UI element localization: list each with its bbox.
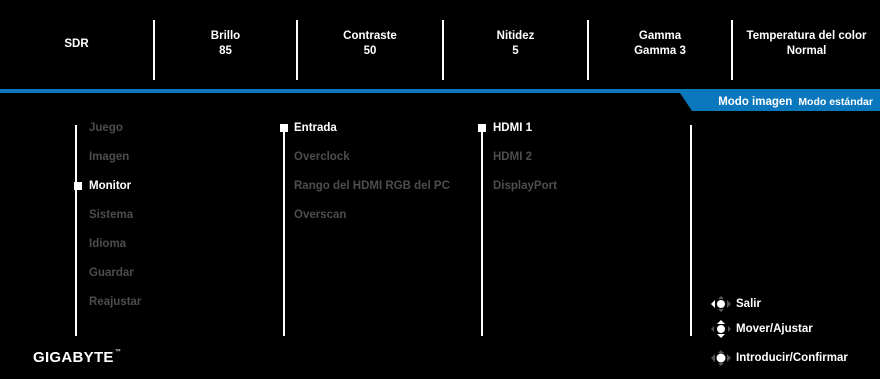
gigabyte-logo: GIGABYTE™ (33, 349, 121, 366)
submenu-item-hdmi-rgb-range[interactable]: Rango del HDMI RGB del PC (294, 179, 450, 193)
menu-item-guardar[interactable]: Guardar (89, 266, 134, 280)
header-color-temperature-value: Normal (786, 45, 827, 57)
joystick-press-icon (711, 350, 731, 366)
brand-trademark: ™ (114, 349, 122, 355)
header-gamma-value: Gamma 3 (634, 45, 686, 57)
submenu-selection-marker (280, 124, 288, 132)
header-sharpness-title: Nitidez (496, 30, 535, 42)
header-contrast: Contraste 50 (298, 0, 442, 88)
menu-item-sistema[interactable]: Sistema (89, 208, 133, 222)
submenu-item-overclock[interactable]: Overclock (294, 150, 350, 164)
header-color-temperature-title: Temperatura del color (746, 30, 867, 42)
options-column-line (481, 125, 483, 336)
menu-item-reajustar[interactable]: Reajustar (89, 295, 141, 309)
header-bar: SDR Brillo 85 Contraste 50 Nitidez 5 Gam… (0, 0, 880, 88)
picture-mode-value: Modo estándar (798, 96, 873, 108)
accent-bar (0, 89, 880, 93)
controls-column-line (690, 125, 692, 336)
menu-item-imagen[interactable]: Imagen (89, 150, 129, 164)
menu-item-juego[interactable]: Juego (89, 121, 123, 135)
picture-mode-label: Modo imagen (718, 96, 793, 108)
header-contrast-title: Contraste (343, 30, 397, 42)
header-sdr-title: SDR (64, 37, 89, 50)
header-sharpness-value: 5 (512, 45, 519, 57)
option-hdmi-1[interactable]: HDMI 1 (493, 121, 532, 135)
control-enter-confirm-label: Introducir/Confirmar (736, 352, 848, 364)
header-brightness-value: 85 (219, 45, 232, 57)
option-hdmi-2[interactable]: HDMI 2 (493, 150, 532, 164)
joystick-updown-icon (711, 320, 731, 338)
submenu-column-line (283, 125, 285, 336)
brand-name: GIGABYTE (33, 349, 114, 366)
control-enter-confirm: Introducir/Confirmar (709, 349, 848, 367)
menu-item-idioma[interactable]: Idioma (89, 237, 126, 251)
control-exit-label: Salir (736, 298, 761, 310)
control-move-adjust-label: Mover/Ajustar (736, 323, 813, 335)
joystick-left-icon (711, 296, 731, 312)
osd-menu: SDR Brillo 85 Contraste 50 Nitidez 5 Gam… (0, 0, 880, 379)
submenu-item-overscan[interactable]: Overscan (294, 208, 346, 222)
header-gamma: Gamma Gamma 3 (589, 0, 731, 88)
option-displayport[interactable]: DisplayPort (493, 179, 557, 193)
header-sharpness: Nitidez 5 (444, 0, 587, 88)
header-color-temperature: Temperatura del color Normal (733, 0, 880, 88)
header-gamma-title: Gamma (638, 30, 682, 42)
header-brightness-title: Brillo (210, 30, 241, 42)
option-selection-marker (478, 124, 486, 132)
menu-column-line (75, 125, 77, 336)
submenu-item-entrada[interactable]: Entrada (294, 121, 337, 135)
control-move-adjust: Mover/Ajustar (709, 320, 813, 338)
control-exit: Salir (709, 295, 761, 313)
picture-mode-tab: Modo imagen Modo estándar (680, 93, 880, 111)
menu-selection-marker (74, 182, 82, 190)
header-sdr: SDR (0, 0, 153, 88)
header-contrast-value: 50 (363, 45, 377, 57)
header-brightness: Brillo 85 (155, 0, 296, 88)
menu-item-monitor[interactable]: Monitor (89, 179, 131, 193)
